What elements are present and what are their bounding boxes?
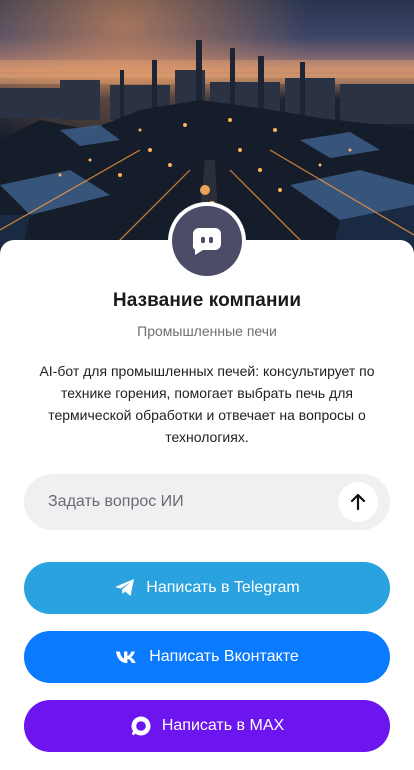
company-description: AI-бот для промышленных печей: консульти…: [39, 363, 375, 445]
send-button[interactable]: [338, 482, 378, 522]
company-category: Промышленные печи: [137, 323, 277, 339]
company-name: Название компании: [112, 290, 302, 311]
telegram-icon: [114, 578, 136, 598]
ask-ai-bar: [24, 474, 390, 530]
max-button[interactable]: Написать в MAX: [24, 700, 390, 752]
chat-bot-icon: [172, 206, 242, 276]
telegram-button-label: Написать в Telegram: [146, 579, 300, 596]
vk-button[interactable]: Написать Вконтакте: [24, 631, 390, 683]
vk-button-label: Написать Вконтакте: [149, 648, 299, 665]
max-icon: [130, 715, 152, 737]
company-avatar: [168, 202, 246, 280]
ask-ai-input[interactable]: [48, 474, 338, 530]
telegram-button[interactable]: Написать в Telegram: [24, 562, 390, 614]
arrow-up-icon: [350, 493, 366, 511]
max-button-label: Написать в MAX: [161, 717, 285, 734]
vk-icon: [115, 650, 139, 664]
